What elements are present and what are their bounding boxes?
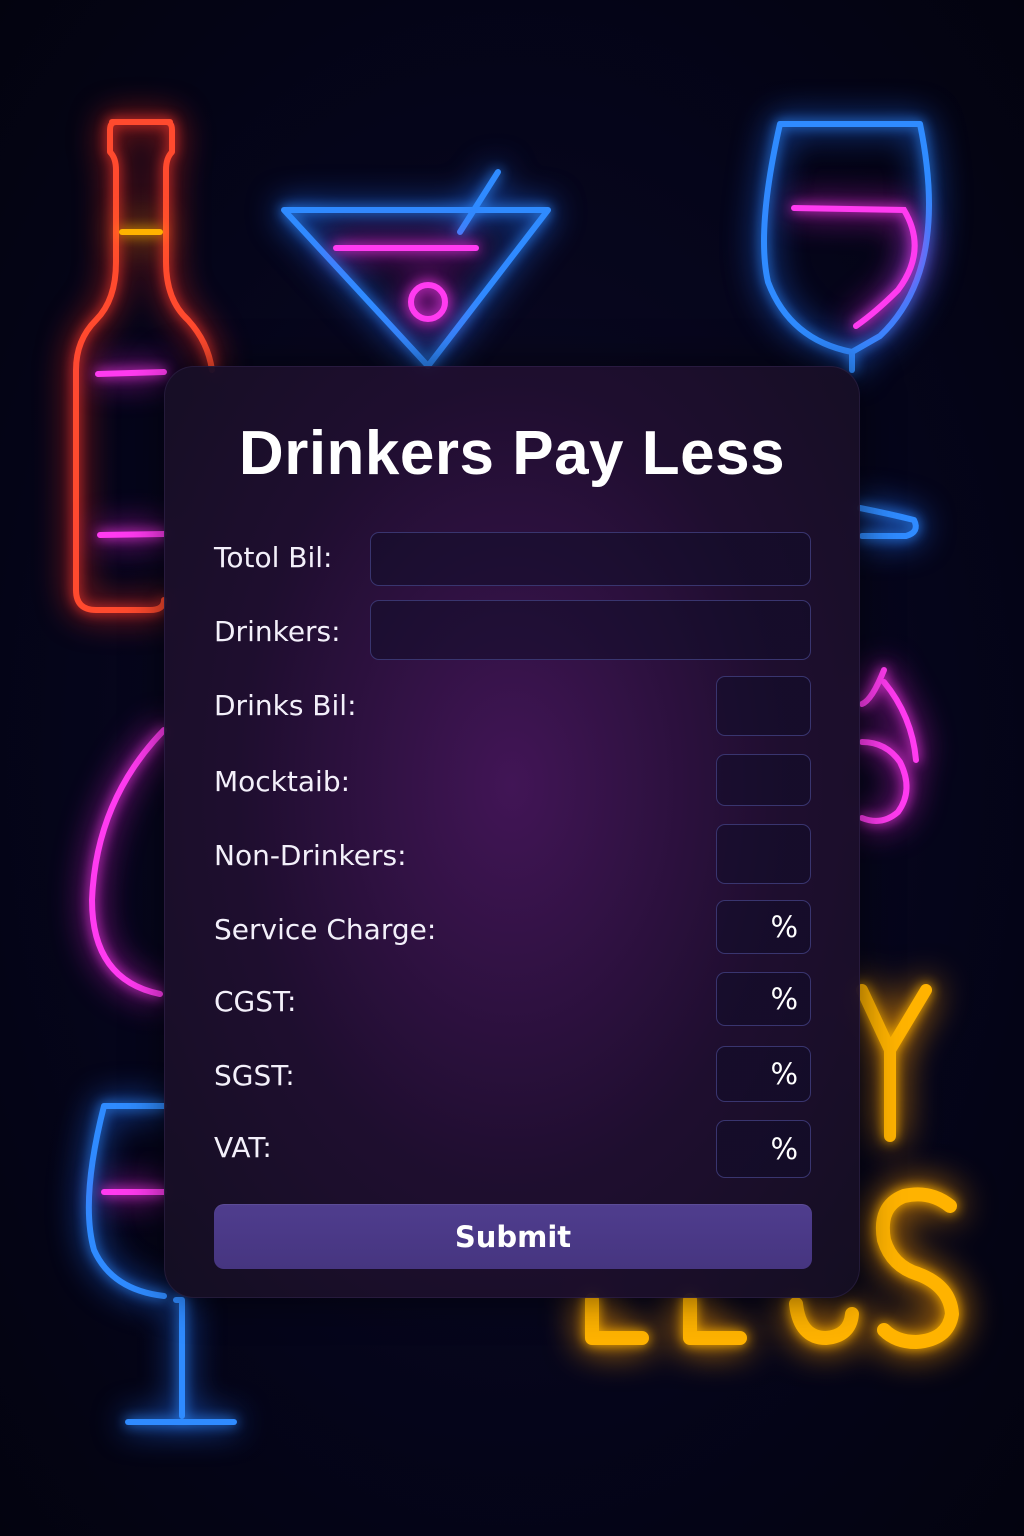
submit-button[interactable]: Submit [214, 1204, 812, 1269]
service-charge-field[interactable]: % [716, 900, 811, 954]
sgst-input[interactable] [717, 1047, 773, 1101]
pear-shape-icon [88, 727, 167, 997]
percent-sign: % [770, 1057, 798, 1091]
page-title: Drinkers Pay Less [238, 419, 786, 488]
mocktail-label: Mocktaib: [214, 765, 351, 798]
percent-sign: % [770, 982, 798, 1016]
martini-glass-icon [281, 169, 551, 369]
drinks-bill-label: Drinks Bil: [214, 689, 357, 722]
drinks-bill-input[interactable] [716, 676, 811, 736]
sgst-label: SGST: [214, 1059, 295, 1092]
total-bill-label: Totol Bil: [214, 541, 333, 574]
cgst-input[interactable] [717, 973, 773, 1025]
service-charge-input[interactable] [717, 901, 773, 953]
drinkers-input[interactable] [370, 600, 811, 660]
neon-letter-y-icon [856, 984, 932, 1142]
cgst-field[interactable]: % [716, 972, 811, 1026]
wine-liquid-icon [791, 205, 918, 329]
cgst-label: CGST: [214, 985, 297, 1018]
martini-olive-icon [333, 245, 479, 322]
vat-field[interactable]: % [716, 1120, 811, 1178]
droplet-icon [859, 667, 919, 824]
percent-sign: % [770, 1132, 798, 1166]
drinkers-label: Drinkers: [214, 615, 341, 648]
service-charge-label: Service Charge: [214, 913, 437, 946]
sgst-field[interactable]: % [716, 1046, 811, 1102]
total-bill-input[interactable] [370, 532, 811, 586]
vat-label: VAT: [214, 1131, 272, 1164]
non-drinkers-label: Non-Drinkers: [214, 839, 407, 872]
bottle-label-line-icon [95, 369, 167, 377]
vat-input[interactable] [717, 1121, 773, 1177]
percent-sign: % [770, 910, 798, 944]
bottle-label-line-icon [97, 531, 167, 538]
non-drinkers-input[interactable] [716, 824, 811, 884]
mocktail-input[interactable] [716, 754, 811, 806]
